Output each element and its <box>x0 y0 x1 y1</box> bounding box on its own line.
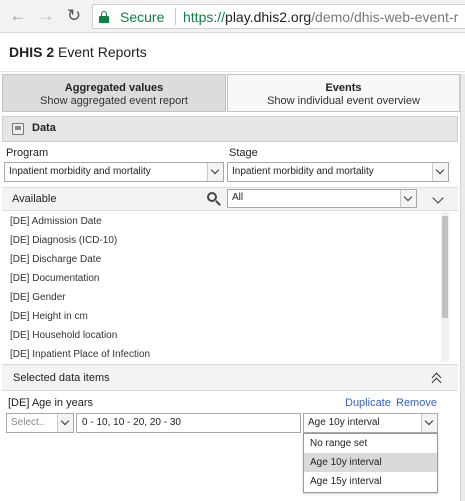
available-toolbar: Available All <box>2 187 458 211</box>
stage-select-trigger[interactable] <box>432 163 448 181</box>
app-title-name: Event Reports <box>54 44 147 60</box>
available-items-list[interactable]: [DE] Admission Date [DE] Diagnosis (ICD-… <box>2 212 450 362</box>
range-input[interactable]: 0 - 10, 10 - 20, 20 - 30 <box>76 413 301 433</box>
app-title-brand: DHIS 2 <box>9 44 55 60</box>
data-panel-icon <box>12 123 24 135</box>
chevron-down-icon <box>424 416 434 426</box>
list-item[interactable]: [DE] Documentation <box>10 273 100 284</box>
legend-option-no-range[interactable]: No range set <box>304 434 437 453</box>
list-item[interactable]: [DE] Discharge Date <box>10 254 101 265</box>
list-scrollbar-thumb[interactable] <box>442 216 448 318</box>
operator-select-placeholder: Select.. <box>11 417 45 428</box>
search-icon[interactable] <box>207 192 221 206</box>
url-scheme: https:// <box>183 9 226 25</box>
operator-select-trigger[interactable] <box>57 414 73 432</box>
page-scrollbar[interactable] <box>460 74 465 501</box>
stage-label: Stage <box>229 147 258 159</box>
program-select-trigger[interactable] <box>207 163 223 181</box>
filter-select[interactable]: All <box>227 189 417 208</box>
list-scrollbar[interactable] <box>441 212 449 362</box>
operator-select[interactable]: Select.. <box>6 413 74 433</box>
stage-select-value: Inpatient morbidity and mortality <box>232 166 374 177</box>
list-item[interactable]: [DE] Height in cm <box>10 311 88 322</box>
stage-select[interactable]: Inpatient morbidity and mortality <box>227 162 449 182</box>
legend-option-age-10y[interactable]: Age 10y interval <box>304 453 437 472</box>
selected-item-name: [DE] Age in years <box>8 397 93 409</box>
back-arrow-icon[interactable]: ← <box>8 6 28 26</box>
program-select[interactable]: Inpatient morbidity and mortality <box>4 162 224 182</box>
tab-aggregated-title: Aggregated values <box>64 82 164 94</box>
program-select-value: Inpatient morbidity and mortality <box>9 166 151 177</box>
collapse-double-chevron-icon[interactable] <box>431 371 443 388</box>
list-item[interactable]: [DE] Diagnosis (ICD-10) <box>10 235 117 246</box>
address-divider <box>175 8 176 25</box>
browser-toolbar: ← → ↻ Secure https://play.dhis2.org/demo… <box>0 0 465 33</box>
list-item[interactable]: [DE] Household location <box>10 330 117 341</box>
chevron-down-icon <box>435 165 445 175</box>
selected-items-header: Selected data items <box>2 364 458 391</box>
tab-events-subtitle: Show individual event overview <box>267 95 420 107</box>
legend-option-age-15y[interactable]: Age 15y interval <box>304 472 437 491</box>
data-panel-title: Data <box>32 122 56 134</box>
list-item[interactable]: [DE] Admission Date <box>10 216 102 227</box>
chevron-down-icon <box>403 192 413 202</box>
legend-set-select-value: Age 10y interval <box>308 417 380 428</box>
expand-chevron-icon[interactable] <box>432 192 444 204</box>
header-divider <box>0 71 465 72</box>
url-text: https://play.dhis2.org/demo/dhis-web-eve… <box>183 9 458 25</box>
address-bar[interactable]: Secure https://play.dhis2.org/demo/dhis-… <box>92 4 465 29</box>
tab-aggregated-subtitle: Show aggregated event report <box>40 95 188 107</box>
forward-arrow-icon[interactable]: → <box>36 6 56 26</box>
list-item[interactable]: [DE] Gender <box>10 292 66 303</box>
tab-aggregated-values[interactable]: Aggregated values Show aggregated event … <box>2 74 226 112</box>
selected-items-label: Selected data items <box>13 372 110 384</box>
reload-icon[interactable]: ↻ <box>64 6 84 26</box>
remove-button[interactable]: Remove <box>396 397 437 409</box>
legend-set-dropdown: No range set Age 10y interval Age 15y in… <box>303 433 438 493</box>
chevron-down-icon <box>210 165 220 175</box>
lock-icon <box>99 11 109 23</box>
secure-label: Secure <box>120 9 165 25</box>
list-item[interactable]: [DE] Inpatient Place of Infection <box>10 349 150 360</box>
range-input-value: 0 - 10, 10 - 20, 20 - 30 <box>82 417 181 428</box>
url-path: /demo/dhis-web-event-r <box>311 9 459 25</box>
filter-select-trigger[interactable] <box>400 190 416 207</box>
app-title: DHIS 2 Event Reports <box>9 44 147 60</box>
legend-set-select-trigger[interactable] <box>421 414 437 432</box>
filter-select-value: All <box>232 192 244 203</box>
available-label: Available <box>12 193 57 205</box>
url-host: play.dhis2.org <box>225 9 312 25</box>
chevron-down-icon <box>60 416 70 426</box>
tab-events-title: Events <box>325 82 362 94</box>
legend-set-select[interactable]: Age 10y interval <box>303 413 438 433</box>
program-label: Program <box>6 147 49 159</box>
tab-events[interactable]: Events Show individual event overview <box>227 74 460 112</box>
data-panel-header[interactable]: Data <box>2 116 458 142</box>
duplicate-button[interactable]: Duplicate <box>345 397 391 409</box>
